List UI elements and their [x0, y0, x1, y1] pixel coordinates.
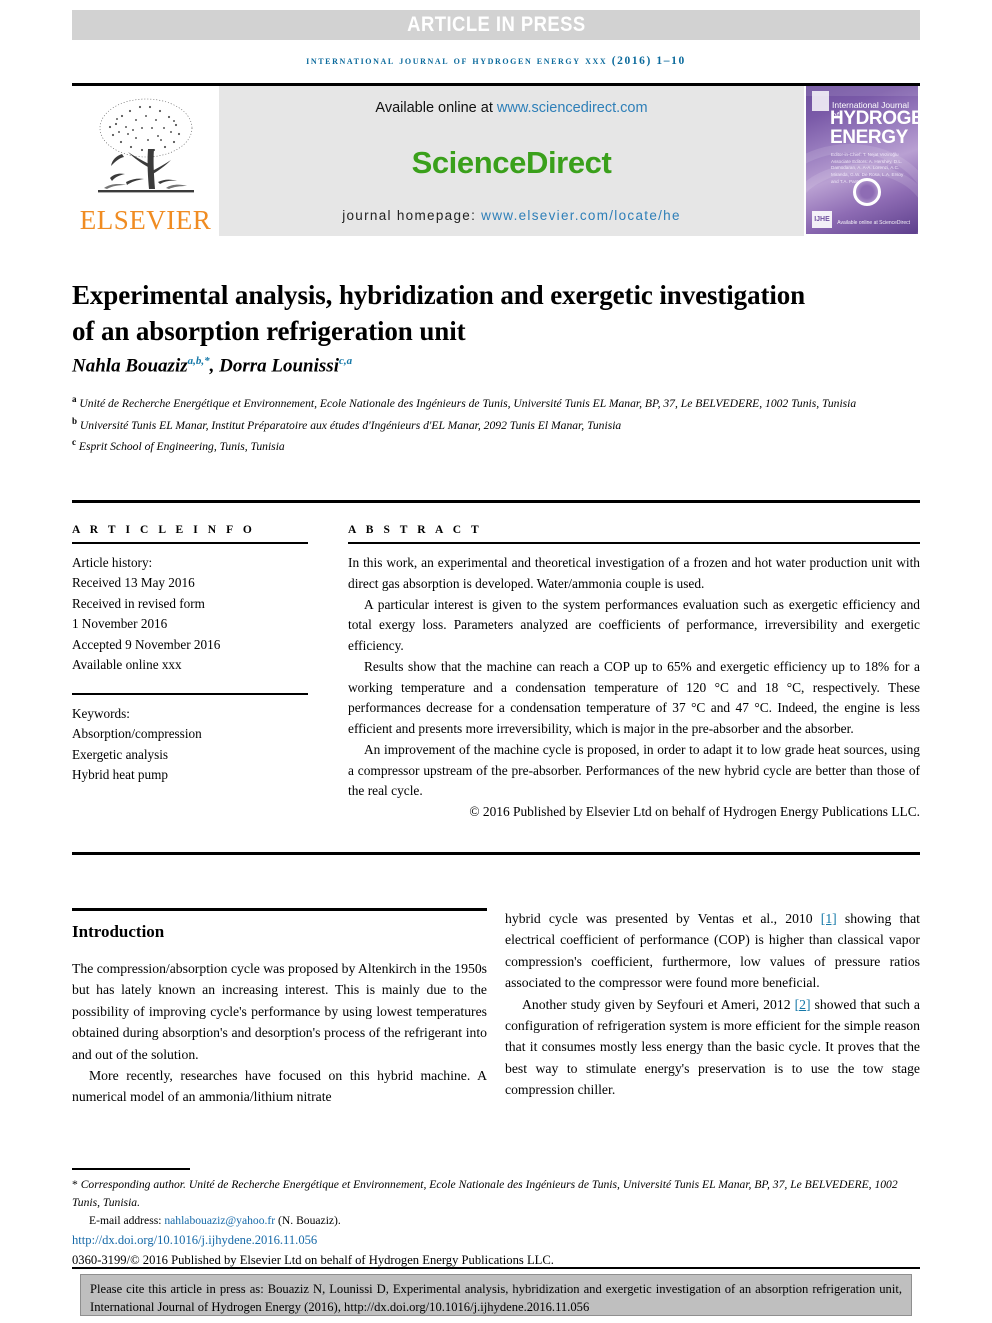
cover-journal-title: HYDROGEN ENERGY [830, 108, 918, 148]
email-note: E-mail address: nahlabouaziz@yahoo.fr (N… [72, 1212, 920, 1230]
article-history-item: Accepted 9 November 2016 [72, 636, 221, 652]
elsevier-logo: ELSEVIER [72, 86, 219, 236]
affiliation-mark-c: c [72, 437, 76, 448]
footnote-rule [72, 1168, 190, 1170]
corresponding-author-address: Unité de Recherche Energétique et Enviro… [72, 1178, 898, 1210]
cover-title-line-1: HYDROGEN [830, 108, 918, 129]
available-online-line: Available online at www.sciencedirect.co… [375, 100, 647, 116]
affiliation-text-b: Université Tunis EL Manar, Institut Prép… [79, 418, 622, 432]
cover-ijhe-badge: IJHE [812, 211, 832, 228]
abstract-paragraph: In this work, an experimental and theore… [348, 555, 920, 591]
citation-ref-1[interactable]: [1] [821, 911, 837, 926]
email-owner: (N. Bouaziz). [275, 1214, 341, 1228]
abstract-heading: A B S T R A C T [348, 524, 483, 536]
doi-note: http://dx.doi.org/10.1016/j.ijhydene.201… [72, 1230, 920, 1250]
elsevier-tree-icon [97, 98, 194, 193]
article-history: Article history: Received 13 May 2016 Re… [72, 553, 308, 676]
journal-cover-container: International Journal of HYDROGEN ENERGY… [804, 86, 920, 236]
abstract-copyright: © 2016 Published by Elsevier Ltd on beha… [469, 804, 920, 820]
abstract-column: A B S T R A C T In this work, an experim… [348, 524, 920, 820]
intro-r1-pre: hybrid cycle was presented by Ventas et … [505, 911, 821, 926]
introduction-right-column: hybrid cycle was presented by Ventas et … [505, 908, 920, 1100]
abstract-block-top-rule [72, 500, 920, 503]
keyword-item: Exergetic analysis [72, 746, 169, 762]
abstract-paragraph: A particular interest is given to the sy… [348, 596, 920, 654]
running-head: International Journal of Hydrogen Energy… [306, 55, 686, 67]
footnote-block: * Corresponding author. Unité de Recherc… [72, 1176, 920, 1271]
keywords-rule [72, 692, 308, 695]
introduction-body-right: hybrid cycle was presented by Ventas et … [505, 908, 920, 1100]
keyword-item: Absorption/compression [72, 726, 202, 742]
affiliation-mark-a: a [72, 394, 77, 404]
journal-homepage-line: journal homepage: www.elsevier.com/locat… [342, 208, 681, 223]
citation-ref-2[interactable]: [2] [795, 997, 811, 1012]
article-in-press-banner: ARTICLE IN PRESS [72, 10, 920, 40]
article-history-label: Article history: [72, 555, 153, 570]
article-history-item: Received 13 May 2016 [72, 575, 195, 591]
journal-cover-image: International Journal of HYDROGEN ENERGY… [806, 86, 918, 234]
author-marks-2: c,a [338, 355, 353, 367]
doi-link[interactable]: http://dx.doi.org/10.1016/j.ijhydene.201… [72, 1233, 317, 1247]
available-online-prefix: Available online at [375, 100, 497, 116]
author-marks-1: a,b,* [187, 355, 210, 367]
affiliation-list: a Unité de Recherche Energétique et Envi… [72, 392, 872, 457]
sciencedirect-banner: Available online at www.sciencedirect.co… [219, 86, 804, 236]
article-info-column: A R T I C L E I N F O Article history: R… [72, 524, 308, 786]
article-history-item: Available online xxx [72, 657, 182, 673]
cover-elsevier-mark-icon [812, 91, 829, 111]
introduction-paragraph: The compression/absorption cycle was pro… [72, 961, 487, 1062]
introduction-paragraph: More recently, researches have focused o… [72, 1067, 487, 1105]
email-link[interactable]: nahlabouaziz@yahoo.fr [164, 1214, 275, 1227]
article-history-item: 1 November 2016 [72, 616, 168, 632]
sciencedirect-url-link[interactable]: www.sciencedirect.com [497, 100, 648, 116]
keywords-label: Keywords: [72, 705, 130, 721]
author-separator: , [209, 355, 220, 377]
masthead: ELSEVIER Available online at www.science… [72, 86, 920, 236]
introduction-paragraph: Another study given by Seyfouri et Ameri… [505, 994, 920, 1101]
corresponding-author-note: * Corresponding author. Unité de Recherc… [72, 1176, 920, 1212]
corresponding-author-label: Corresponding author. [77, 1178, 186, 1191]
abstract-paragraph: An improvement of the machine cycle is p… [348, 741, 920, 799]
article-in-press-label: ARTICLE IN PRESS [406, 13, 586, 36]
cover-sciencedirect-footer: Available online at ScienceDirect [837, 220, 910, 226]
abstract-paragraph: Results show that the machine can reach … [348, 658, 920, 737]
affiliation-text-a: Unité de Recherche Energétique et Enviro… [79, 396, 857, 410]
keyword-item: Hybrid heat pump [72, 767, 168, 783]
affiliation-item: a Unité de Recherche Energétique et Envi… [72, 392, 872, 414]
introduction-left-column: Introduction The compression/absorption … [72, 908, 487, 1108]
page-title: Experimental analysis, hybridization and… [72, 280, 806, 346]
cover-title-line-2: ENERGY [830, 126, 908, 148]
journal-article-page: ARTICLE IN PRESS International Journal o… [0, 0, 992, 1323]
affiliation-item: b Université Tunis EL Manar, Institut Pr… [72, 414, 872, 436]
journal-homepage-prefix: journal homepage: [342, 208, 482, 223]
author-list: Nahla Bouaziza,b,*, Dorra Lounissic,a [72, 355, 912, 377]
affiliation-text-c: Esprit School of Engineering, Tunis, Tun… [78, 440, 285, 454]
affiliation-item: c Esprit School of Engineering, Tunis, T… [72, 435, 872, 457]
article-info-rule [72, 542, 308, 544]
abstract-block-bottom-rule [72, 852, 920, 855]
introduction-heading: Introduction [72, 922, 165, 941]
keywords-list: Keywords: Absorption/compression Exerget… [72, 704, 308, 786]
elsevier-wordmark: ELSEVIER [79, 205, 212, 235]
email-label: E-mail address: [89, 1214, 165, 1228]
intro-r2-pre: Another study given by Seyfouri et Ameri… [522, 996, 795, 1012]
introduction-body-left: The compression/absorption cycle was pro… [72, 958, 487, 1108]
cite-this-article-box: Please cite this article in press as: Bo… [80, 1274, 912, 1316]
abstract-rule [348, 542, 920, 544]
cite-box-top-rule [72, 1267, 920, 1269]
article-history-item: Received in revised form [72, 595, 205, 611]
author-name-2: Dorra Lounissi [219, 355, 339, 377]
article-info-heading: A R T I C L E I N F O [72, 524, 256, 536]
abstract-body: In this work, an experimental and theore… [348, 553, 920, 802]
introduction-paragraph: hybrid cycle was presented by Ventas et … [505, 908, 920, 994]
journal-homepage-link[interactable]: www.elsevier.com/locate/he [481, 208, 681, 223]
cover-ring-graphic [853, 178, 881, 206]
sciencedirect-wordmark: ScienceDirect [411, 145, 612, 180]
introduction-rule [72, 908, 487, 911]
affiliation-mark-b: b [72, 415, 78, 426]
author-name-1: Nahla Bouaziz [72, 355, 188, 377]
